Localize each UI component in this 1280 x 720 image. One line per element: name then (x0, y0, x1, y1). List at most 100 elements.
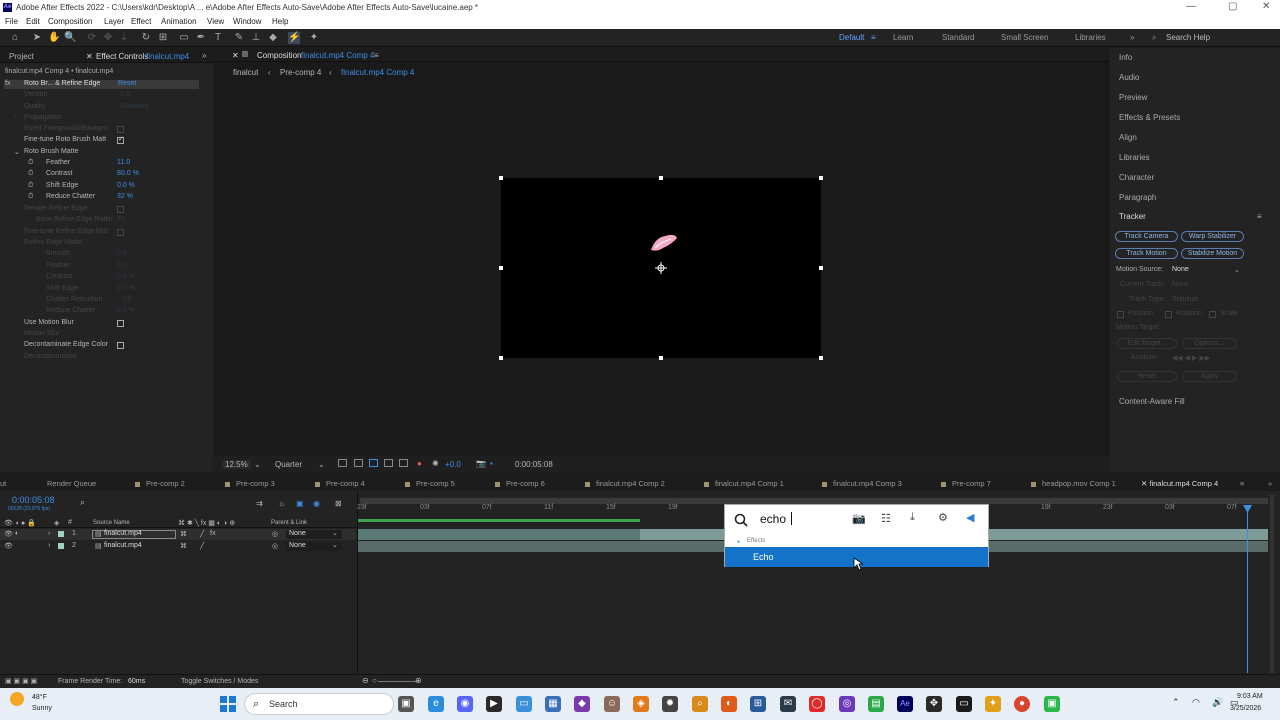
pick-whip-icon[interactable]: ◎ (272, 530, 278, 538)
taskbar-search-box[interactable]: ⌕ Search (244, 693, 394, 715)
app-icon[interactable]: ▣ (1044, 696, 1060, 712)
app-icon[interactable]: ▭ (516, 696, 532, 712)
effect-reset-link[interactable]: Reset (118, 80, 136, 87)
composition-timecode[interactable]: 0:00:05:08 (515, 460, 553, 469)
after-effects-taskbar-icon[interactable]: Ae (897, 696, 913, 712)
menu-edit[interactable]: Edit (26, 17, 40, 26)
terminal-icon[interactable]: ▭ (956, 696, 972, 712)
layer-name[interactable]: finalcut.mp4 (104, 530, 142, 537)
position-checkbox[interactable] (1117, 311, 1124, 318)
clock-date[interactable]: 3/25/2026 (1230, 705, 1261, 712)
expand-arrow-icon[interactable]: › (48, 542, 50, 549)
layer-row[interactable]: 👁 › 2 ▤ finalcut.mp4 ⌘ ╱ ◎ None ⌄ (0, 541, 356, 552)
stopwatch-icon[interactable]: ⏱ (28, 193, 33, 201)
composition-flowchart-icon[interactable]: ⇉ (256, 499, 263, 508)
analyze-controls-icon[interactable]: ◀◀ ◀ ▶ ▶▶ (1172, 354, 1210, 362)
rectangle-tool-icon[interactable]: ▭ (178, 32, 190, 44)
grid-guides-icon[interactable] (384, 459, 393, 467)
chrome-icon[interactable]: ● (1014, 696, 1030, 712)
panel-tracker[interactable]: Tracker (1119, 212, 1146, 221)
tab-render-queue[interactable]: Render Queue (47, 479, 96, 488)
menu-layer[interactable]: Layer (104, 17, 124, 26)
tab-composition[interactable]: Pre-comp 4 (315, 479, 365, 488)
edge-browser-icon[interactable]: e (428, 696, 444, 712)
transform-handle[interactable] (659, 176, 663, 180)
rotation-checkbox[interactable] (1165, 311, 1172, 318)
menu-composition[interactable]: Composition (48, 17, 92, 26)
reset-button[interactable]: Reset (1117, 371, 1177, 382)
zoom-slider-handle-icon[interactable]: ○ (372, 676, 377, 685)
layer-name[interactable]: finalcut.mp4 (104, 542, 142, 549)
collapse-arrow-icon[interactable]: ⌄ (14, 148, 20, 156)
app-icon[interactable]: ◈ (633, 696, 649, 712)
render-refine-checkbox[interactable] (117, 206, 124, 213)
audio-icon[interactable]: ◖ (14, 530, 18, 537)
eraser-tool-icon[interactable]: ◆ (267, 32, 279, 44)
minimize-icon[interactable]: — (1186, 1, 1196, 12)
invert-checkbox[interactable] (117, 126, 124, 133)
exposure-icon[interactable]: ✺ (432, 459, 439, 468)
tab-active-composition[interactable]: ✕ finalcut.mp4 Comp 4 (1141, 479, 1218, 488)
workspace-default[interactable]: Default (839, 33, 864, 42)
label-color-swatch[interactable] (58, 543, 64, 549)
label-color-swatch[interactable] (58, 531, 64, 537)
weather-temp[interactable]: 48°F (32, 694, 47, 701)
shy-switch-icon[interactable]: ⌘ (180, 530, 187, 538)
panel-libraries[interactable]: Libraries (1119, 153, 1150, 162)
pick-whip-icon[interactable]: ◎ (272, 542, 278, 550)
stabilize-motion-button[interactable]: Stabilize Motion (1181, 248, 1244, 259)
channel-icon[interactable] (399, 459, 408, 467)
panel-info[interactable]: Info (1119, 53, 1132, 62)
menu-window[interactable]: Window (233, 17, 261, 26)
weather-icon[interactable] (10, 692, 24, 706)
app-icon[interactable]: ▤ (868, 696, 884, 712)
task-view-icon[interactable]: ▣ (398, 696, 414, 712)
roto-brush-tool-icon[interactable]: ⚡ (288, 32, 300, 44)
panel-audio[interactable]: Audio (1119, 73, 1139, 82)
warp-stabilizer-button[interactable]: Warp Stabilizer (1181, 231, 1244, 242)
panel-effects-presets[interactable]: Effects & Presets (1119, 113, 1180, 122)
app-icon[interactable]: ✹ (662, 696, 678, 712)
status-icons[interactable]: ▣ ▣ ▣ ▣ (5, 677, 37, 685)
windows-start-icon[interactable] (220, 696, 236, 712)
volume-icon[interactable]: 🔊 (1212, 697, 1223, 708)
motion-blur-icon[interactable]: ◉ (313, 499, 320, 508)
scale-checkbox[interactable] (1209, 311, 1216, 318)
camera-icon[interactable]: 📷 (852, 512, 866, 525)
workspace-learn[interactable]: Learn (893, 33, 913, 42)
expand-arrow-icon[interactable]: › (14, 114, 16, 121)
playhead-handle-icon[interactable] (1243, 505, 1252, 513)
tab-composition[interactable]: finalcut.mp4 Comp 1 (704, 479, 784, 488)
effect-switch-icon[interactable]: fx (210, 530, 215, 537)
apply-button[interactable]: Apply (1182, 371, 1237, 382)
close-tab-icon[interactable]: ✕ (232, 51, 239, 60)
source-name-header[interactable]: Source Name (93, 520, 130, 526)
zoom-in-icon[interactable]: ⊕ (415, 676, 422, 685)
layer-row[interactable]: 👁 ◖ › 1 ▤ finalcut.mp4 ⌘ ╱ fx ◎ None ⌄ (0, 529, 356, 540)
toggle-switches-modes[interactable]: Toggle Switches / Modes (181, 678, 258, 685)
tab-composition-name[interactable]: finalcut.mp4 Comp 4 (301, 51, 374, 60)
motion-source-dropdown[interactable]: None (1172, 266, 1189, 273)
panel-align[interactable]: Align (1119, 133, 1137, 142)
tab-composition[interactable]: Pre-comp 7 (941, 479, 991, 488)
expand-arrow-icon[interactable]: › (48, 530, 50, 537)
fine-tune-checkbox[interactable] (117, 135, 124, 144)
discord-icon[interactable]: ◉ (457, 696, 473, 712)
stopwatch-icon[interactable]: ⏱ (28, 170, 33, 178)
fine-tune-refine-checkbox[interactable] (117, 229, 124, 236)
orbit-tool-icon[interactable]: ⟳ (86, 32, 98, 44)
pan-tool-icon[interactable]: ✥ (102, 32, 114, 44)
tab-composition[interactable]: finalcut.mp4 Comp 3 (822, 479, 902, 488)
list-icon[interactable]: ☷ (881, 512, 891, 525)
rotate-tool-icon[interactable]: ↻ (140, 32, 152, 44)
prop-value[interactable]: 32 % (117, 193, 133, 200)
workspace-libraries[interactable]: Libraries (1075, 33, 1106, 42)
current-track-dropdown[interactable]: None (1172, 281, 1189, 288)
composition-canvas[interactable] (499, 176, 823, 360)
mask-visibility-icon[interactable] (369, 459, 378, 467)
zoom-dropdown[interactable]: 12.5% (222, 460, 251, 469)
stopwatch-icon[interactable]: ⏱ (28, 159, 33, 167)
app-icon[interactable]: ✦ (985, 696, 1001, 712)
transform-handle[interactable] (819, 356, 823, 360)
close-tab-icon[interactable]: ✕ (86, 52, 93, 61)
